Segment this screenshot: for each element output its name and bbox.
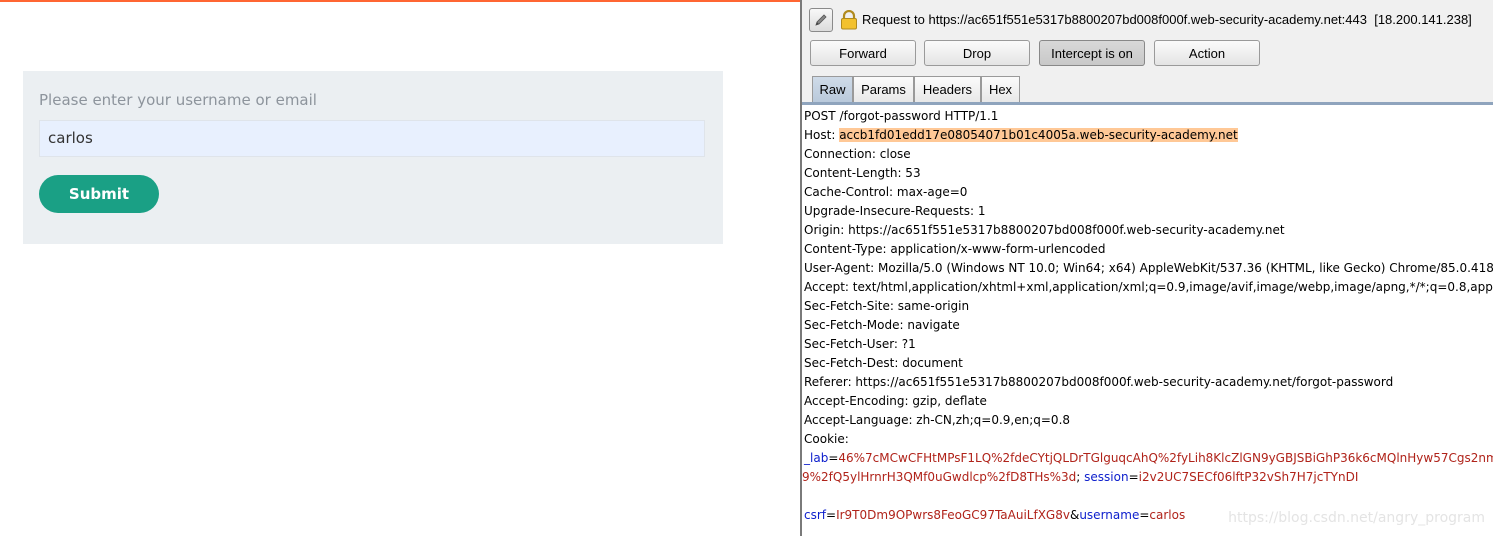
web-page: Please enter your username or email carl… xyxy=(0,0,800,536)
lock-icon xyxy=(840,9,858,30)
top-accent-bar xyxy=(0,0,800,2)
body-csrf-value: Ir9T0Dm9OPwrs8FeoGC97TaAuiLfXG8v xyxy=(836,508,1070,522)
request-line: POST /forgot-password HTTP/1.1 xyxy=(804,109,999,123)
cookie-lab-continuation: 9%2fQ5ylHrnrH3QMf0uGwdlcp%2fD8THs%3d; se… xyxy=(802,470,1359,484)
header-line: Connection: close xyxy=(804,147,911,161)
header-line: Accept-Encoding: gzip, deflate xyxy=(804,394,987,408)
request-title: Request to https://ac651f551e5317b880020… xyxy=(862,12,1472,27)
cookie-lab-name: _lab xyxy=(804,451,829,465)
forward-button[interactable]: Forward xyxy=(810,40,916,66)
request-ip: [18.200.141.238] xyxy=(1374,12,1472,27)
intercept-toolbar: Forward Drop Intercept is on Action xyxy=(802,40,1493,76)
header-line: Accept: text/html,application/xhtml+xml,… xyxy=(804,280,1493,294)
raw-request-editor[interactable]: POST /forgot-password HTTP/1.1 Host: acc… xyxy=(802,107,1493,536)
drop-button[interactable]: Drop xyxy=(924,40,1030,66)
cookie-lab-line: _lab=46%7cMCwCFHtMPsF1LQ%2fdeCYtjQLDrTGl… xyxy=(804,449,1493,468)
body-csrf-name: csrf xyxy=(804,508,827,522)
tab-raw[interactable]: Raw xyxy=(812,76,853,102)
intercept-toggle-button[interactable]: Intercept is on xyxy=(1039,40,1145,66)
header-line: Referer: https://ac651f551e5317b8800207b… xyxy=(804,375,1394,389)
username-input[interactable]: carlos xyxy=(39,120,705,157)
cookie-lab-value-continued: 9%2fQ5ylHrnrH3QMf0uGwdlcp%2fD8THs%3d xyxy=(802,470,1077,484)
request-body: csrf=Ir9T0Dm9OPwrs8FeoGC97TaAuiLfXG8v&us… xyxy=(804,508,1186,522)
pencil-icon[interactable] xyxy=(809,8,833,32)
forgot-password-form: Please enter your username or email carl… xyxy=(23,71,723,244)
header-line: Content-Type: application/x-www-form-url… xyxy=(804,242,1106,256)
header-line: Upgrade-Insecure-Requests: 1 xyxy=(804,204,986,218)
header-line: Sec-Fetch-User: ?1 xyxy=(804,337,916,351)
header-line: Origin: https://ac651f551e5317b8800207bd… xyxy=(804,223,1285,237)
message-tabs: Raw Params Headers Hex xyxy=(802,76,1493,102)
watermark: https://blog.csdn.net/angry_program xyxy=(1228,510,1485,526)
host-value: accb1fd01edd17e08054071b01c4005a.web-sec… xyxy=(839,128,1238,142)
cookie-label: Cookie: xyxy=(804,432,849,446)
tab-underline xyxy=(802,102,1493,105)
header-line: Sec-Fetch-Dest: document xyxy=(804,356,963,370)
host-header: Host: accb1fd01edd17e08054071b01c4005a.w… xyxy=(804,126,1238,145)
request-url: Request to https://ac651f551e5317b880020… xyxy=(862,12,1367,27)
cookie-session-name: session xyxy=(1084,470,1129,484)
header-line: User-Agent: Mozilla/5.0 (Windows NT 10.0… xyxy=(804,261,1493,275)
header-line: Sec-Fetch-Mode: navigate xyxy=(804,318,960,332)
tab-headers[interactable]: Headers xyxy=(914,76,981,102)
submit-button[interactable]: Submit xyxy=(39,175,159,213)
tab-hex[interactable]: Hex xyxy=(981,76,1020,102)
header-line: Accept-Language: zh-CN,zh;q=0.9,en;q=0.8 xyxy=(804,413,1071,427)
host-label: Host: xyxy=(804,128,840,142)
header-line: Cache-Control: max-age=0 xyxy=(804,185,968,199)
header-line: Content-Length: 53 xyxy=(804,166,921,180)
action-button[interactable]: Action xyxy=(1154,40,1260,66)
body-username-name: username xyxy=(1079,508,1140,522)
cookie-session-value: i2v2UC7SECf06lftP32vSh7H7jcTYnDI xyxy=(1138,470,1359,484)
username-label: Please enter your username or email xyxy=(39,91,317,109)
body-username-value: carlos xyxy=(1149,508,1186,522)
burp-intercept-panel: Request to https://ac651f551e5317b880020… xyxy=(802,0,1493,536)
intercept-header: Request to https://ac651f551e5317b880020… xyxy=(802,0,1493,40)
cookie-lab-value: 46%7cMCwCFHtMPsF1LQ%2fdeCYtjQLDrTGlguqcA… xyxy=(838,451,1493,465)
header-line: Sec-Fetch-Site: same-origin xyxy=(804,299,970,313)
tab-params[interactable]: Params xyxy=(853,76,914,102)
